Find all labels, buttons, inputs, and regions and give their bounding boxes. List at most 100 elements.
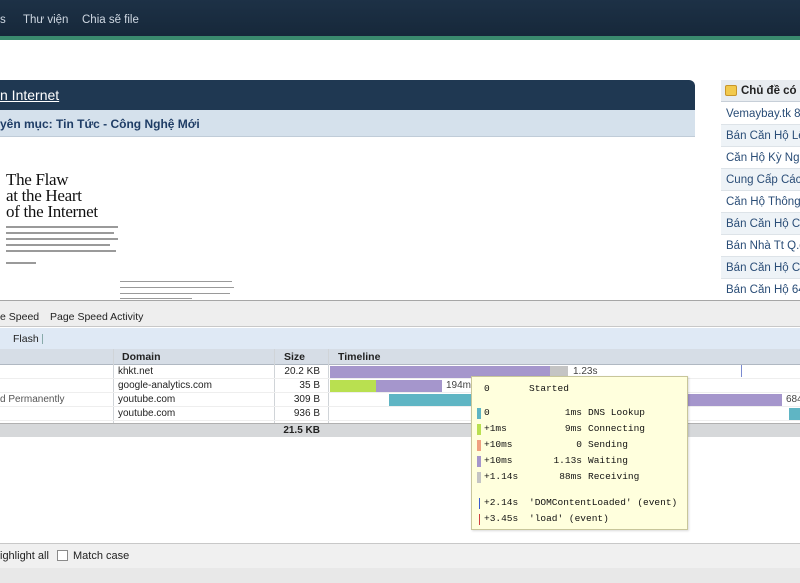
magazine-text-line <box>120 298 192 299</box>
magazine-text-line <box>6 232 114 234</box>
magazine-text-line <box>120 281 232 282</box>
sidebar-item[interactable]: Bán Căn Hộ 64 <box>721 279 800 301</box>
timeline-bar-waiting <box>686 394 782 406</box>
tooltip-event-offset: +3.45s <box>484 513 519 524</box>
row-status: d Permanently <box>0 394 65 405</box>
magazine-byline <box>6 262 36 264</box>
sending-swatch <box>477 440 481 451</box>
sidebar-heading-label: Chủ đề có <box>741 85 797 97</box>
row-size: 20.2 KB <box>284 366 320 377</box>
magazine-title-line: of the Internet <box>6 202 98 221</box>
row-time: 684 <box>786 394 800 405</box>
tooltip-offset: +1ms <box>484 423 507 434</box>
tooltip-label: Connecting <box>588 423 646 434</box>
magazine-title: The Flaw at the Heart of the Internet <box>6 171 98 221</box>
article-title-link[interactable]: n Internet <box>0 87 59 103</box>
receiving-swatch <box>477 472 481 483</box>
col-timeline-header[interactable]: Timeline <box>338 351 380 363</box>
nav-item-0[interactable]: s <box>0 14 6 26</box>
timing-tooltip: 0 Started 0 1ms DNS Lookup +1ms 9ms Conn… <box>471 376 688 530</box>
tooltip-label: Receiving <box>588 471 640 482</box>
find-bar: ighlight all Match case <box>0 543 800 568</box>
timeline-event-line <box>741 365 742 377</box>
event-marker <box>479 514 480 525</box>
highlight-all-label[interactable]: ighlight all <box>0 550 49 562</box>
subtab-separator <box>42 334 43 344</box>
article-category: yên mục: Tin Tức - Công Nghệ Mới <box>0 117 200 131</box>
nav-item-library[interactable]: Thư viện <box>23 14 68 26</box>
net-table-header: Domain Size Timeline <box>0 349 800 365</box>
sidebar-item[interactable]: Căn Hộ Thông <box>721 191 800 213</box>
sidebar-item[interactable]: Vemaybay.tk 8 <box>721 103 800 125</box>
article-body <box>0 137 695 300</box>
article-title-bar: n Internet <box>0 80 695 110</box>
magazine-text-line <box>6 238 118 240</box>
tooltip-offset: +10ms <box>484 455 513 466</box>
tooltip-label: Waiting <box>588 455 628 466</box>
tooltip-label: DNS Lookup <box>588 407 646 418</box>
tooltip-row: +1.14s 88ms Receiving <box>472 471 689 485</box>
row-size: 35 B <box>299 380 320 391</box>
tooltip-row: +1ms 9ms Connecting <box>472 423 689 437</box>
row-domain: google-analytics.com <box>118 380 212 391</box>
tooltip-offset: 0 <box>484 383 490 394</box>
tooltip-label: Started <box>529 383 569 394</box>
timeline-bar-dns <box>789 408 800 420</box>
col-domain-header[interactable]: Domain <box>122 351 161 363</box>
tooltip-event-row: +2.14s 'DOMContentLoaded' (event) <box>472 497 689 511</box>
tooltip-event-label: 'load' (event) <box>529 513 609 524</box>
sidebar-heading: Chủ đề có <box>721 80 800 102</box>
row-domain: youtube.com <box>118 408 176 419</box>
tooltip-offset: +1.14s <box>484 471 519 482</box>
tooltip-duration: 88ms <box>559 471 582 482</box>
nav-item-file-share[interactable]: Chia sẽ file <box>82 14 139 26</box>
tooltip-row: +10ms 1.13s Waiting <box>472 455 689 469</box>
tooltip-duration: 1.13s <box>553 455 582 466</box>
tooltip-event-row: +3.45s 'load' (event) <box>472 513 689 527</box>
status-strip <box>0 568 800 583</box>
match-case-checkbox[interactable] <box>57 550 68 561</box>
event-marker <box>479 498 480 509</box>
sidebar-item[interactable]: Bán Nhà Tt Q.g <box>721 235 800 257</box>
topic-icon <box>725 85 737 96</box>
connecting-swatch <box>477 424 481 435</box>
timeline-bar-waiting <box>376 380 442 392</box>
match-case-label[interactable]: Match case <box>73 550 129 562</box>
sidebar-item[interactable]: Bán Căn Hộ Lê <box>721 125 800 147</box>
magazine-text-line <box>120 293 230 294</box>
firebug-tabs: e Speed Page Speed Activity <box>0 301 800 327</box>
col-size-header[interactable]: Size <box>284 351 305 363</box>
tooltip-row: +10ms 0 Sending <box>472 439 689 453</box>
dns-swatch <box>477 408 481 419</box>
row-size: 936 B <box>293 408 320 419</box>
total-size: 21.5 KB <box>283 425 320 436</box>
tab-page-speed[interactable]: e Speed <box>0 311 39 323</box>
sidebar-item[interactable]: Bán Căn Hộ Ca <box>721 257 800 279</box>
sidebar-item[interactable]: Bán Căn Hộ Ca <box>721 213 800 235</box>
tooltip-duration: 1ms <box>564 407 582 418</box>
sidebar-item[interactable]: Cung Cấp Các <box>721 169 800 191</box>
waiting-swatch <box>477 456 481 467</box>
firebug-subtabs: Flash <box>0 328 800 350</box>
tooltip-row: 0 1ms DNS Lookup <box>472 407 689 421</box>
magazine-text-line <box>120 287 234 288</box>
tab-page-speed-activity[interactable]: Page Speed Activity <box>50 311 143 323</box>
row-size: 309 B <box>293 394 320 405</box>
sidebar-item[interactable]: Căn Hộ Kỳ Ngu <box>721 147 800 169</box>
timeline-bar-connecting <box>330 380 376 392</box>
magazine-text-line <box>6 250 116 252</box>
article-category-bar: yên mục: Tin Tức - Công Nghệ Mới <box>0 110 695 137</box>
tooltip-label: Sending <box>588 439 628 450</box>
row-domain: khkt.net <box>118 366 154 377</box>
tooltip-event-label: 'DOMContentLoaded' (event) <box>529 497 678 508</box>
topics-sidebar: Chủ đề có Vemaybay.tk 8 Bán Căn Hộ Lê Că… <box>721 80 800 301</box>
row-domain: youtube.com <box>118 394 176 405</box>
tooltip-duration: 0 <box>576 439 582 450</box>
top-navigation: s Thư viện Chia sẽ file <box>0 0 800 40</box>
subtab-flash[interactable]: Flash <box>13 333 39 345</box>
magazine-text-line <box>6 226 118 228</box>
magazine-text-line <box>6 244 110 246</box>
tooltip-duration: 9ms <box>564 423 582 434</box>
nav-stripe <box>0 36 800 40</box>
tooltip-event-offset: +2.14s <box>484 497 519 508</box>
